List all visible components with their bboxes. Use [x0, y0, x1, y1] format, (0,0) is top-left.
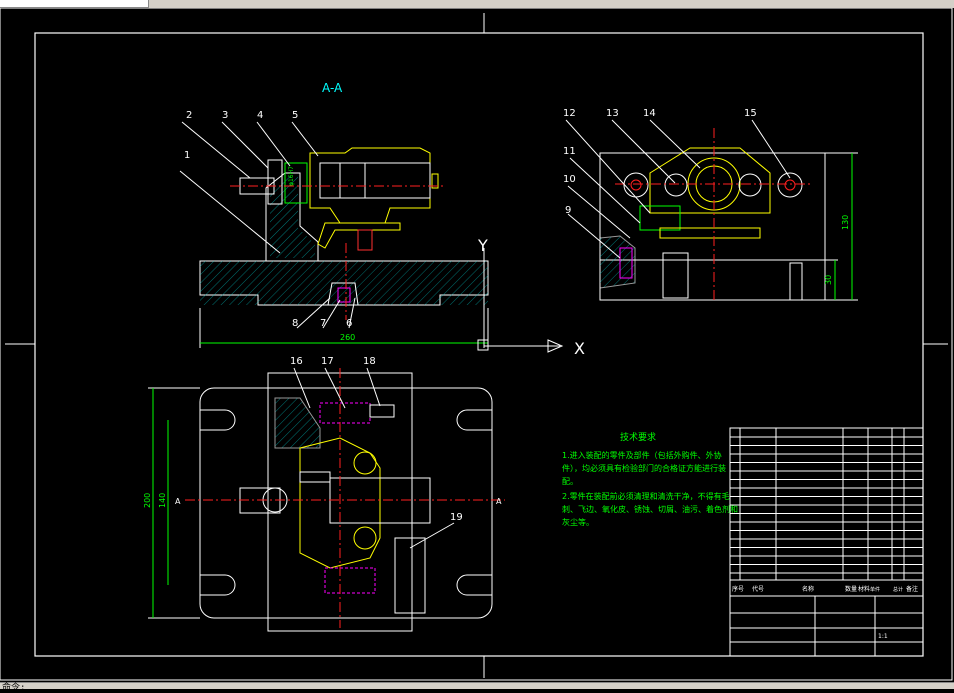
notes-line-4: 2.零件在装配前必须清理和清洗干净，不得有毛	[562, 491, 730, 501]
balloon-16: 16	[290, 356, 303, 367]
tab-bar	[0, 0, 954, 8]
balloon-6: 6	[346, 318, 352, 329]
notes-title: 技术要求	[620, 431, 656, 443]
section-mark-left: A	[175, 497, 181, 506]
plan-hatch	[274, 397, 321, 449]
notes-line-5: 刺、飞边、氧化皮、锈蚀、切屑、油污、着色剂和	[562, 504, 738, 514]
plan-bolt-1	[369, 404, 395, 418]
plan-base	[199, 387, 493, 619]
section-mark-right: A	[496, 497, 502, 506]
dim-260: 260	[340, 333, 355, 342]
side-foot	[789, 262, 803, 301]
ucs-x-label: X	[574, 339, 585, 358]
ucs-icon: Y X	[477, 236, 585, 358]
balloon-18: 18	[363, 356, 376, 367]
side-lug-left-hole	[630, 179, 642, 191]
plan-highlight-2	[324, 567, 376, 594]
section-label: A-A	[322, 81, 343, 95]
pin	[357, 229, 373, 251]
notes-line-1: 1.进入装配的零件及部件（包括外购件、外协	[562, 450, 722, 460]
dim-200: 200	[143, 493, 152, 508]
side-block-green	[639, 205, 681, 231]
drawing-tab[interactable]	[0, 0, 149, 8]
balloon-10: 10	[563, 174, 576, 185]
balloon-14: 14	[643, 108, 656, 119]
ucs-y-label: Y	[477, 236, 488, 255]
side-lug-far-hole	[784, 179, 796, 191]
tb-header-4: 材料	[858, 585, 870, 593]
plan-view: A A 200 140 16 17 18 19	[143, 356, 505, 632]
balloon-2: 2	[186, 110, 192, 121]
fit-mark-1: φ16H7	[288, 166, 295, 186]
balloon-12: 12	[563, 108, 576, 119]
tb-header-6: 总计	[893, 586, 903, 593]
tb-header-3: 数量	[845, 585, 857, 593]
balloon-1: 1	[184, 150, 190, 161]
cad-drawing-canvas[interactable]: A-A φ16H7 260 2 3 4 5 1 8 7 6 Y X 130 30…	[0, 8, 954, 682]
balloon-4: 4	[257, 110, 263, 121]
side-lug-mid	[664, 173, 688, 197]
technical-notes: 技术要求 1.进入装配的零件及部件（包括外购件、外协 件），均必须具有检验部门的…	[562, 431, 738, 527]
balloon-17: 17	[321, 356, 334, 367]
upright-hatch	[270, 176, 315, 258]
plan-pin-top	[353, 451, 377, 475]
side-hatch	[599, 235, 636, 289]
plan-slots	[200, 409, 492, 596]
tb-scale: 1:1	[878, 633, 888, 640]
side-view: 130 30 12 13 14 15 11 10 9	[563, 108, 858, 303]
jaw	[317, 222, 401, 249]
notes-line-3: 配。	[562, 477, 578, 486]
side-lug-left	[623, 172, 649, 198]
plan-small-screw	[299, 471, 331, 483]
balloon-9: 9	[565, 205, 571, 216]
front-view: A-A φ16H7 260 2 3 4 5 1 8 7 6	[179, 81, 489, 348]
balloon-3: 3	[222, 110, 228, 121]
balloon-5: 5	[292, 110, 298, 121]
balloon-8: 8	[292, 318, 298, 329]
dim-130: 130	[841, 215, 850, 230]
plan-post	[394, 537, 426, 614]
clamp-bore	[319, 162, 431, 199]
plan-highlight-1	[319, 402, 371, 424]
tb-header-7: 备注	[906, 585, 918, 593]
sheet-outer-border	[0, 8, 953, 681]
balloon-19: 19	[450, 512, 463, 523]
tb-header-1: 代号	[752, 585, 764, 593]
dim-140: 140	[158, 493, 167, 508]
balloon-15: 15	[744, 108, 757, 119]
tb-header-5: 单件	[870, 586, 880, 593]
side-lug-far	[777, 172, 803, 198]
balloon-7: 7	[320, 318, 326, 329]
balloon-13: 13	[606, 108, 619, 119]
notes-line-6: 灰尘等。	[562, 517, 594, 527]
tb-header-2: 名称	[802, 585, 814, 593]
plan-pin-bottom	[353, 526, 377, 550]
title-block	[729, 427, 924, 657]
tb-header-0: 序号	[732, 585, 744, 593]
command-prompt: 命令:	[2, 683, 26, 693]
side-yoke	[649, 147, 771, 214]
notes-line-2: 件），均必须具有检验部门的合格证方能进行装	[562, 463, 726, 473]
side-lug-right	[738, 173, 762, 197]
dim-30: 30	[824, 275, 833, 285]
balloon-11: 11	[563, 146, 576, 157]
